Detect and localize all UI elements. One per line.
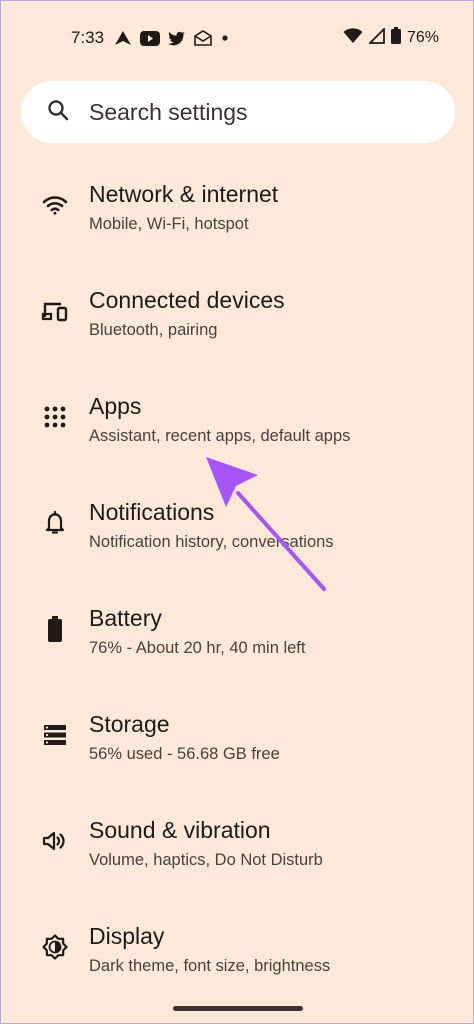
- setting-network-internet[interactable]: Network & internet Mobile, Wi-Fi, hotspo…: [1, 153, 474, 259]
- battery-percent: 76%: [406, 29, 439, 46]
- setting-apps[interactable]: Apps Assistant, recent apps, default app…: [1, 365, 474, 471]
- setting-subtitle: Mobile, Wi-Fi, hotspot: [89, 215, 249, 233]
- signal-icon: [367, 26, 385, 49]
- mail-icon: [194, 30, 212, 46]
- status-time: 7:33: [71, 28, 105, 47]
- setting-battery[interactable]: Battery 76% - About 20 hr, 40 min left: [1, 577, 474, 683]
- dot-icon: [220, 33, 230, 43]
- gesture-nav-handle[interactable]: [173, 1006, 303, 1011]
- bell-icon: [41, 509, 69, 537]
- speaker-icon: [41, 827, 69, 855]
- twitter-icon: [168, 31, 186, 46]
- settings-list: Network & internet Mobile, Wi-Fi, hotspo…: [1, 153, 474, 1001]
- apps-grid-icon: [41, 403, 69, 431]
- setting-title: Network & internet: [89, 181, 279, 207]
- setting-subtitle: Assistant, recent apps, default apps: [89, 427, 351, 445]
- notification-icons: [114, 28, 230, 48]
- battery-icon: [41, 615, 69, 643]
- setting-title: Apps: [89, 393, 142, 419]
- brightness-icon: [41, 933, 69, 961]
- search-placeholder: Search settings: [89, 98, 248, 125]
- devices-icon: [41, 297, 69, 325]
- setting-subtitle: Bluetooth, pairing: [89, 321, 218, 339]
- setting-connected-devices[interactable]: Connected devices Bluetooth, pairing: [1, 259, 474, 365]
- navigation-arrow-icon: [114, 30, 132, 46]
- setting-subtitle: Notification history, conversations: [89, 533, 334, 551]
- search-bar[interactable]: Search settings: [21, 81, 455, 143]
- setting-sound-vibration[interactable]: Sound & vibration Volume, haptics, Do No…: [1, 789, 474, 895]
- wifi-icon: [343, 27, 363, 49]
- setting-subtitle: Volume, haptics, Do Not Disturb: [89, 851, 323, 869]
- setting-title: Display: [89, 923, 165, 949]
- setting-title: Connected devices: [89, 287, 285, 313]
- wifi-icon: [41, 191, 69, 219]
- setting-notifications[interactable]: Notifications Notification history, conv…: [1, 471, 474, 577]
- setting-title: Battery: [89, 605, 162, 631]
- setting-title: Notifications: [89, 499, 215, 525]
- setting-title: Sound & vibration: [89, 817, 271, 843]
- setting-subtitle: 56% used - 56.68 GB free: [89, 745, 280, 763]
- setting-subtitle: 76% - About 20 hr, 40 min left: [89, 639, 306, 657]
- storage-icon: [41, 721, 69, 749]
- setting-storage[interactable]: Storage 56% used - 56.68 GB free: [1, 683, 474, 789]
- battery-icon: [390, 27, 401, 49]
- youtube-icon: [140, 30, 160, 46]
- system-icons: 76%: [343, 26, 439, 49]
- status-bar: 7:33 76%: [1, 1, 473, 77]
- search-icon: [47, 99, 69, 126]
- setting-title: Storage: [89, 711, 170, 737]
- setting-display[interactable]: Display Dark theme, font size, brightnes…: [1, 895, 474, 1001]
- setting-subtitle: Dark theme, font size, brightness: [89, 957, 331, 975]
